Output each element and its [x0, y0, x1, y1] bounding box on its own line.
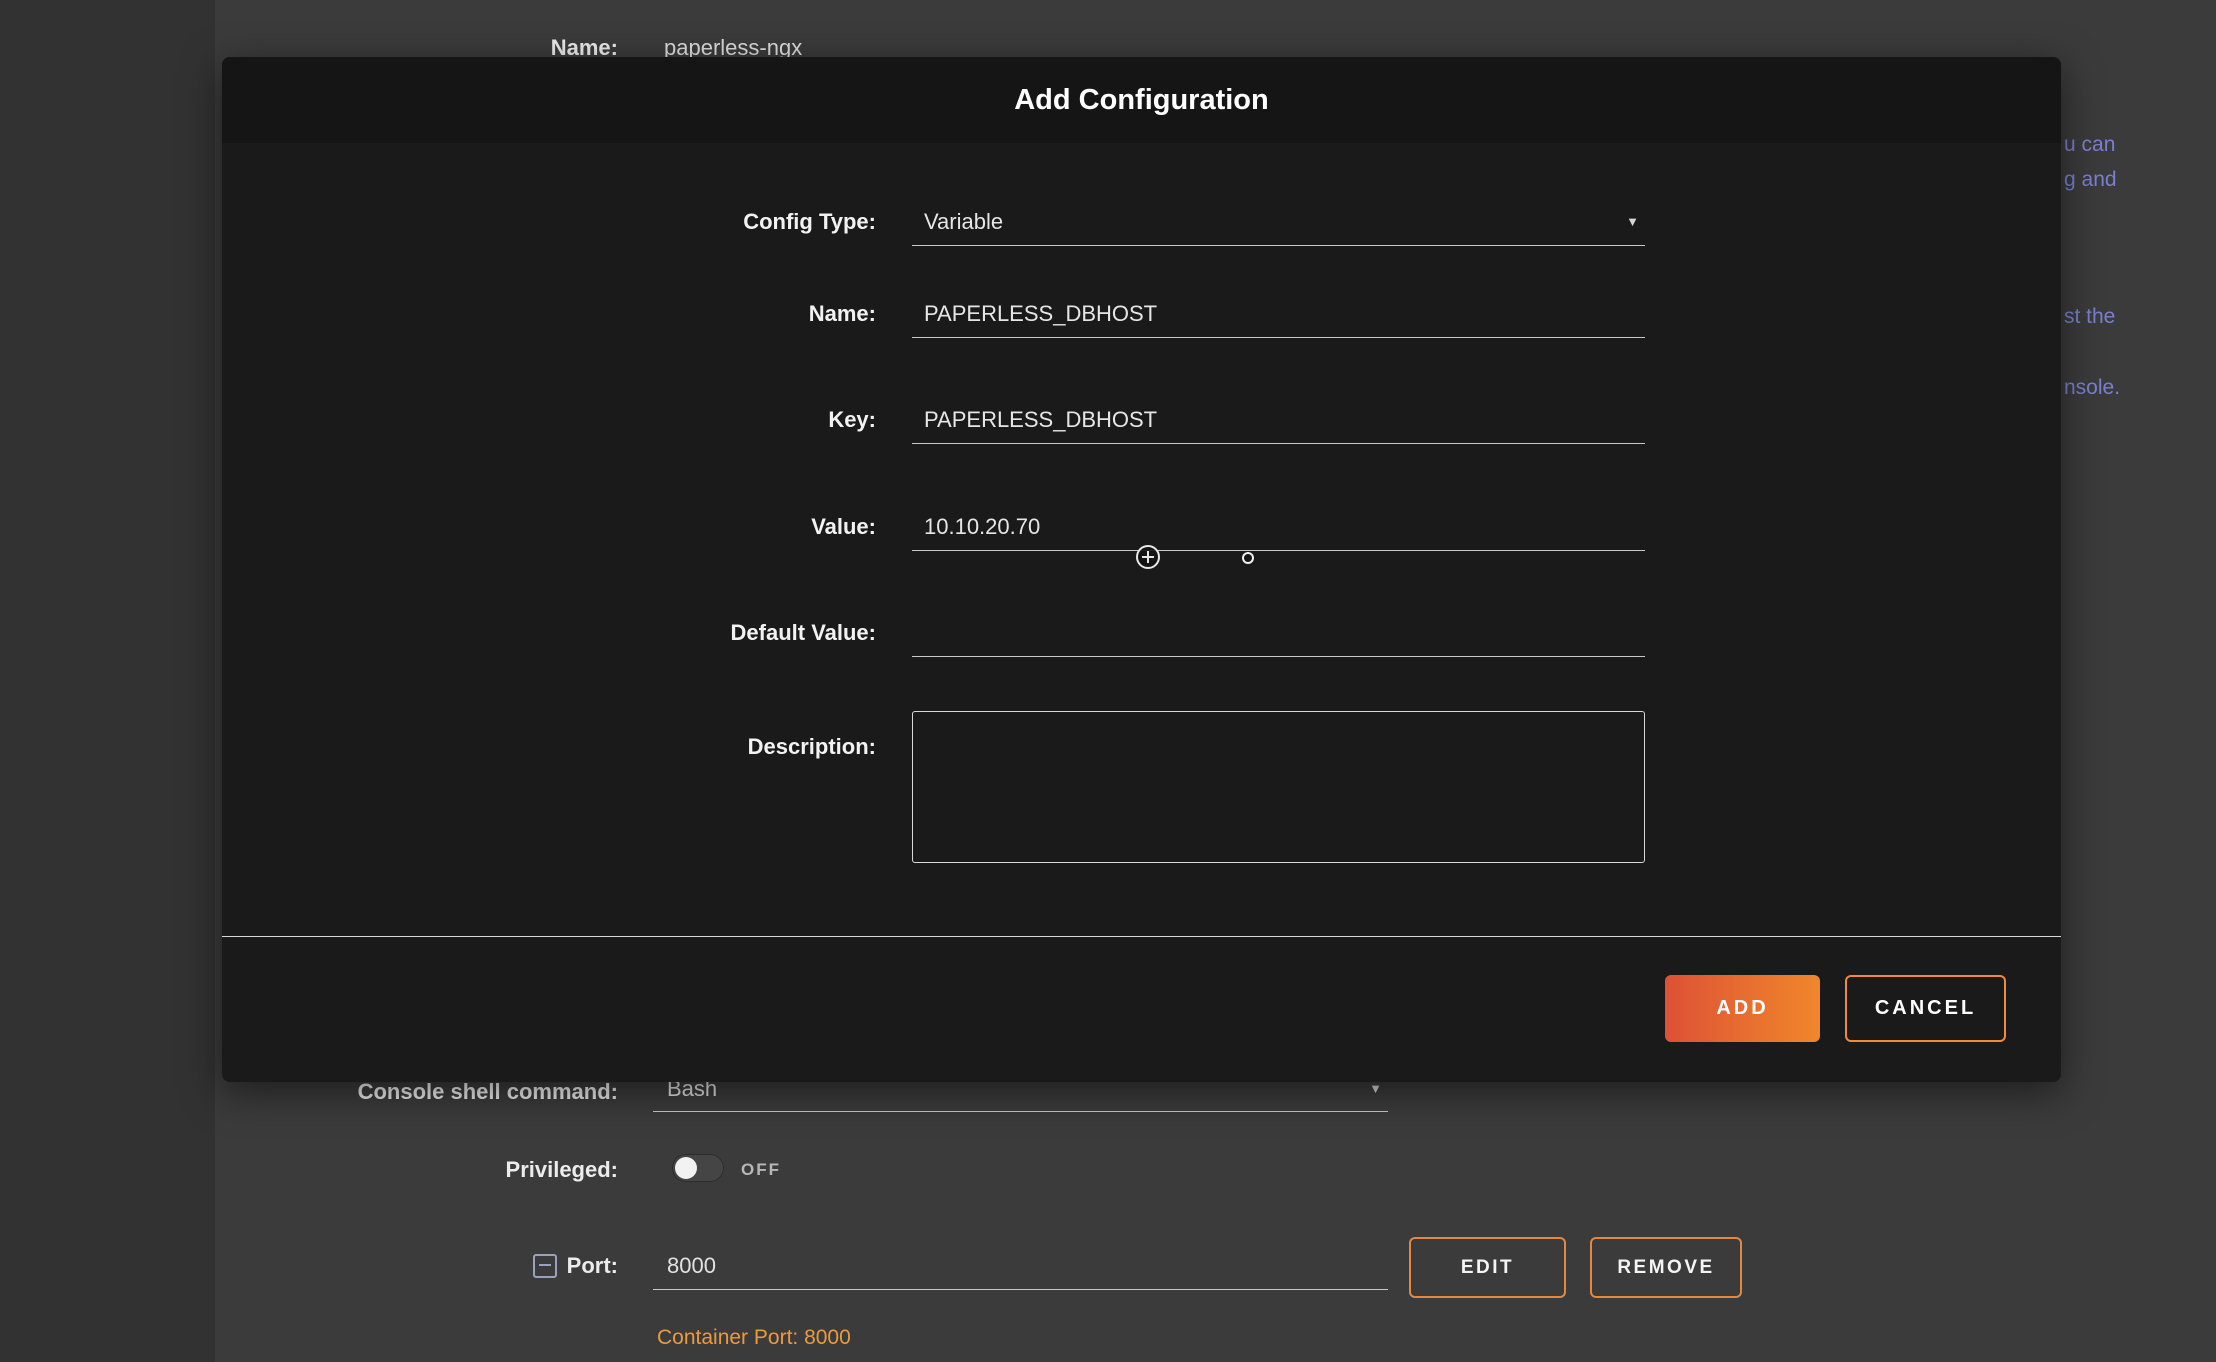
name-label: Name:	[222, 290, 876, 338]
value-input[interactable]	[912, 503, 1645, 551]
help-text-fragment: nsole.	[2064, 375, 2120, 401]
default-value-input[interactable]	[912, 609, 1645, 657]
config-type-row: Config Type: Variable ▼	[222, 198, 2061, 246]
privileged-label: Privileged:	[300, 1156, 618, 1184]
default-value-row: Default Value:	[222, 609, 2061, 657]
help-text-fragment: u can	[2064, 132, 2115, 158]
value-label: Value:	[222, 503, 876, 551]
port-value: 8000	[653, 1243, 716, 1289]
page-left-shade	[0, 0, 215, 1362]
chevron-down-icon: ▼	[1626, 198, 1645, 246]
config-type-value: Variable	[912, 198, 1003, 246]
add-button[interactable]: ADD	[1665, 975, 1820, 1042]
name-row: Name:	[222, 290, 2061, 338]
privileged-state-text: OFF	[741, 1160, 781, 1180]
port-field[interactable]: 8000	[653, 1243, 1388, 1290]
dialog-title: Add Configuration	[222, 57, 2061, 143]
description-textarea[interactable]	[912, 711, 1645, 863]
port-label: Port:	[300, 1252, 618, 1280]
console-shell-command-label: Console shell command:	[300, 1078, 618, 1106]
cursor-ring-icon	[1242, 552, 1254, 564]
container-port-text: Container Port: 8000	[657, 1326, 851, 1350]
config-type-select[interactable]: Variable ▼	[912, 198, 1645, 246]
name-input[interactable]	[912, 290, 1645, 338]
screen: Name: paperless-ngx u can g and st the n…	[0, 0, 2216, 1362]
remove-port-button[interactable]: REMOVE	[1590, 1237, 1742, 1298]
description-label: Description:	[222, 711, 876, 761]
description-row: Description:	[222, 711, 2061, 863]
help-text-fragment: g and	[2064, 167, 2117, 193]
config-type-label: Config Type:	[222, 198, 876, 246]
privileged-toggle[interactable]	[672, 1154, 724, 1182]
footer-divider	[222, 936, 2061, 937]
default-value-label: Default Value:	[222, 609, 876, 657]
cancel-button[interactable]: CANCEL	[1845, 975, 2006, 1042]
mouse-cursor-icon	[1136, 545, 1160, 569]
toggle-knob-icon	[675, 1157, 697, 1179]
dialog-header: Add Configuration	[222, 57, 2061, 143]
key-row: Key:	[222, 396, 2061, 444]
key-input[interactable]	[912, 396, 1645, 444]
help-text-fragment: st the	[2064, 304, 2115, 330]
value-row: Value:	[222, 503, 2061, 551]
key-label: Key:	[222, 396, 876, 444]
edit-port-button[interactable]: EDIT	[1409, 1237, 1566, 1298]
add-configuration-dialog: Add Configuration Config Type: Variable …	[222, 57, 2061, 1082]
